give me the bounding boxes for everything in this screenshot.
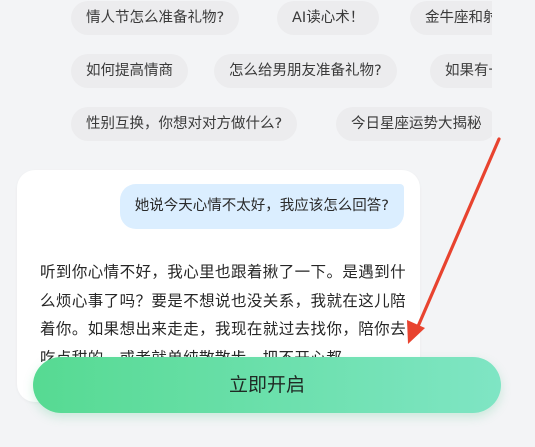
ai-reply-text: 听到你心情不好，我心里也跟着揪了一下。是遇到什么烦心事了吗？要是不想说也没关系，… bbox=[40, 263, 406, 367]
start-now-button[interactable]: 立即开启 bbox=[33, 357, 501, 413]
suggestion-chip[interactable]: 情人节怎么准备礼物? bbox=[71, 1, 240, 35]
suggestion-chips: 情人节怎么准备礼物? AI读心术！ 金牛座和射手座 如何提高情商 怎么给男朋友准… bbox=[0, 0, 492, 160]
suggestion-chip[interactable]: 今日星座运势大揭秘 bbox=[336, 107, 492, 141]
suggestion-chip[interactable]: 金牛座和射手座 bbox=[410, 1, 492, 35]
suggestion-chip[interactable]: 怎么给男朋友准备礼物? bbox=[214, 54, 397, 88]
suggestion-chip[interactable]: 如果有一天 bbox=[430, 54, 492, 88]
suggestion-chip[interactable]: 如何提高情商 bbox=[71, 54, 188, 88]
suggestion-chip[interactable]: AI读心术！ bbox=[277, 1, 380, 35]
user-message-bubble: 她说今天心情不太好，我应该怎么回答? bbox=[119, 184, 404, 229]
suggestion-chip[interactable]: 性别互换，你想对对方做什么? bbox=[71, 107, 298, 141]
